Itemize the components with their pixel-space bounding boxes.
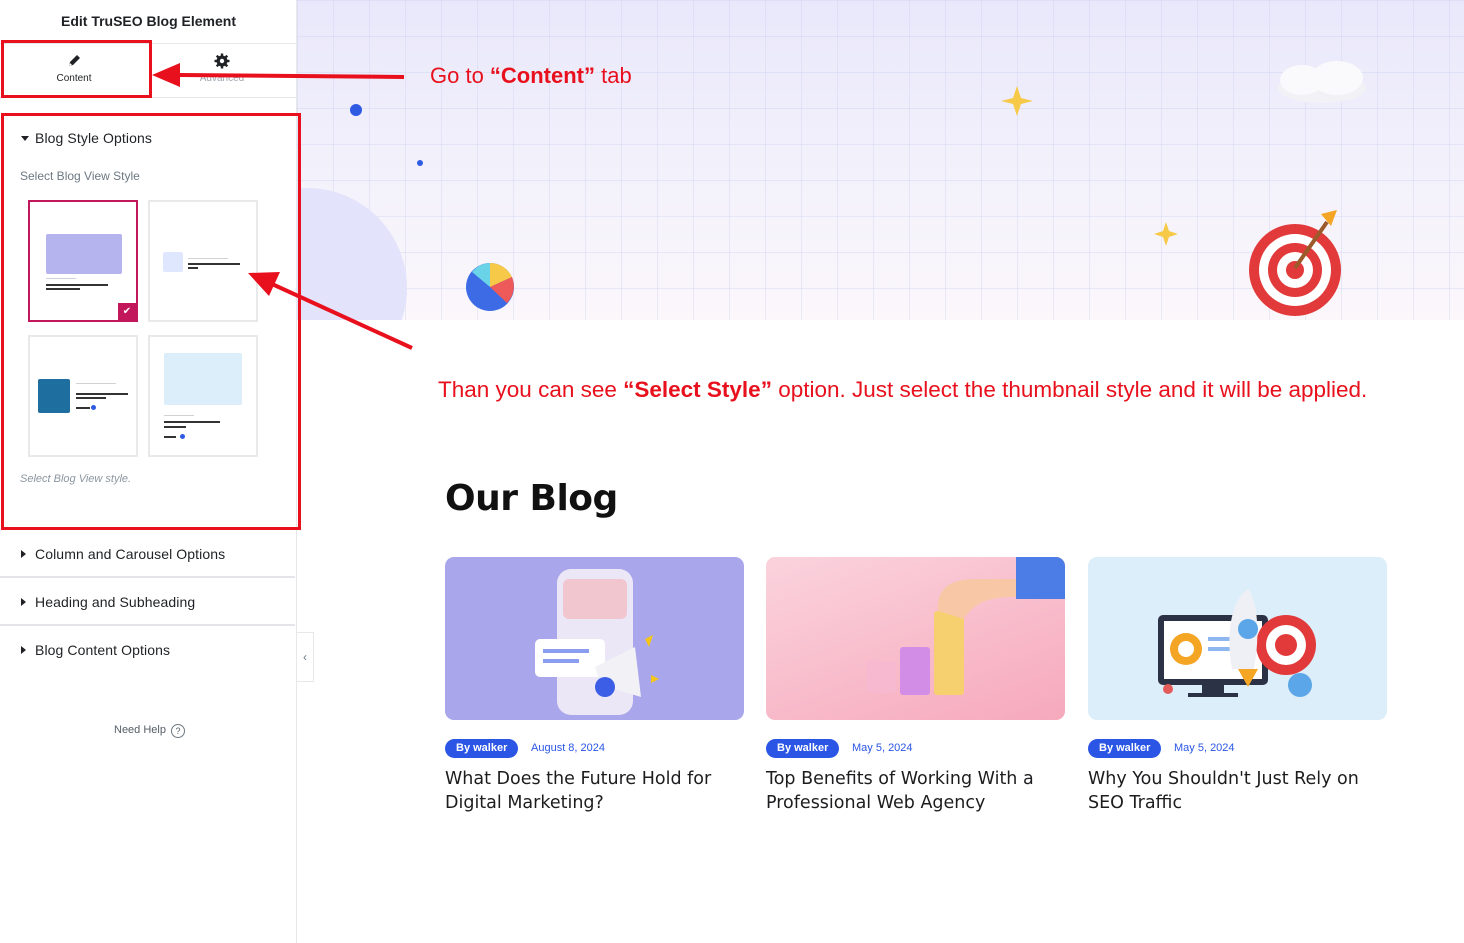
style-thumbnail-2[interactable] <box>148 200 258 322</box>
author-badge[interactable]: By walker <box>445 739 519 758</box>
style-thumbnail-4[interactable] <box>148 335 258 457</box>
style-hint-annotation: Than you can see “Select Style” option. … <box>438 377 1368 402</box>
post-title[interactable]: What Does the Future Hold for Digital Ma… <box>445 767 745 815</box>
section-blog-style-options[interactable]: Blog Style Options <box>0 114 297 162</box>
post-image-hand-bar-chart[interactable] <box>766 557 1065 720</box>
caret-down-icon <box>21 136 29 141</box>
panel-title: Edit TruSEO Blog Element <box>0 0 297 44</box>
section-heading-subheading[interactable]: Heading and Subheading <box>0 578 297 626</box>
section-label: Blog Content Options <box>35 642 171 658</box>
need-help-link[interactable]: Need Help <box>114 724 166 736</box>
caret-right-icon <box>21 598 26 606</box>
tab-advanced-label: Advanced <box>199 73 245 84</box>
editor-panel: Edit TruSEO Blog Element Content Advance… <box>0 0 297 943</box>
hero-decorations <box>350 61 1366 316</box>
question-circle-icon[interactable]: ? <box>171 724 185 738</box>
post-image-monitor-rocket-target[interactable] <box>1088 557 1387 720</box>
tab-advanced[interactable]: Advanced <box>148 44 296 97</box>
section-label: Column and Carousel Options <box>35 546 226 562</box>
author-badge[interactable]: By walker <box>1088 739 1162 758</box>
style-field-description: Select Blog View style. <box>20 473 132 485</box>
pencil-icon <box>69 55 80 66</box>
gear-icon <box>214 53 230 69</box>
tab-content-label: Content <box>56 73 92 84</box>
post-title[interactable]: Why You Shouldn't Just Rely on SEO Traff… <box>1088 767 1388 815</box>
chevron-left-icon: ‹ <box>303 650 307 664</box>
style-field-label: Select Blog View Style <box>20 169 140 183</box>
tab-hint-annotation: Go to “Content” tab <box>430 63 632 88</box>
style-thumbnail-1[interactable]: ✔ <box>28 200 138 322</box>
author-badge[interactable]: By walker <box>766 739 840 758</box>
post-date: May 5, 2024 <box>852 742 913 754</box>
post-date: May 5, 2024 <box>1174 742 1235 754</box>
panel-tabs: Content Advanced <box>0 44 297 98</box>
post-title[interactable]: Top Benefits of Working With a Professio… <box>766 767 1066 815</box>
post-date: August 8, 2024 <box>531 742 606 754</box>
caret-right-icon <box>21 646 26 654</box>
panel-collapse-handle[interactable]: ‹ <box>297 632 314 682</box>
tab-content[interactable]: Content <box>0 44 148 97</box>
blog-heading: Our Blog <box>445 478 618 519</box>
caret-right-icon <box>21 550 26 558</box>
section-column-carousel-options[interactable]: Column and Carousel Options <box>0 530 297 578</box>
check-icon: ✔ <box>118 303 136 320</box>
hero-banner <box>297 0 1464 320</box>
section-blog-content-options[interactable]: Blog Content Options <box>0 626 297 674</box>
section-label: Blog Style Options <box>35 130 152 146</box>
style-thumbnail-3[interactable] <box>28 335 138 457</box>
post-image-phone-megaphone[interactable] <box>445 557 744 720</box>
section-label: Heading and Subheading <box>35 594 196 610</box>
